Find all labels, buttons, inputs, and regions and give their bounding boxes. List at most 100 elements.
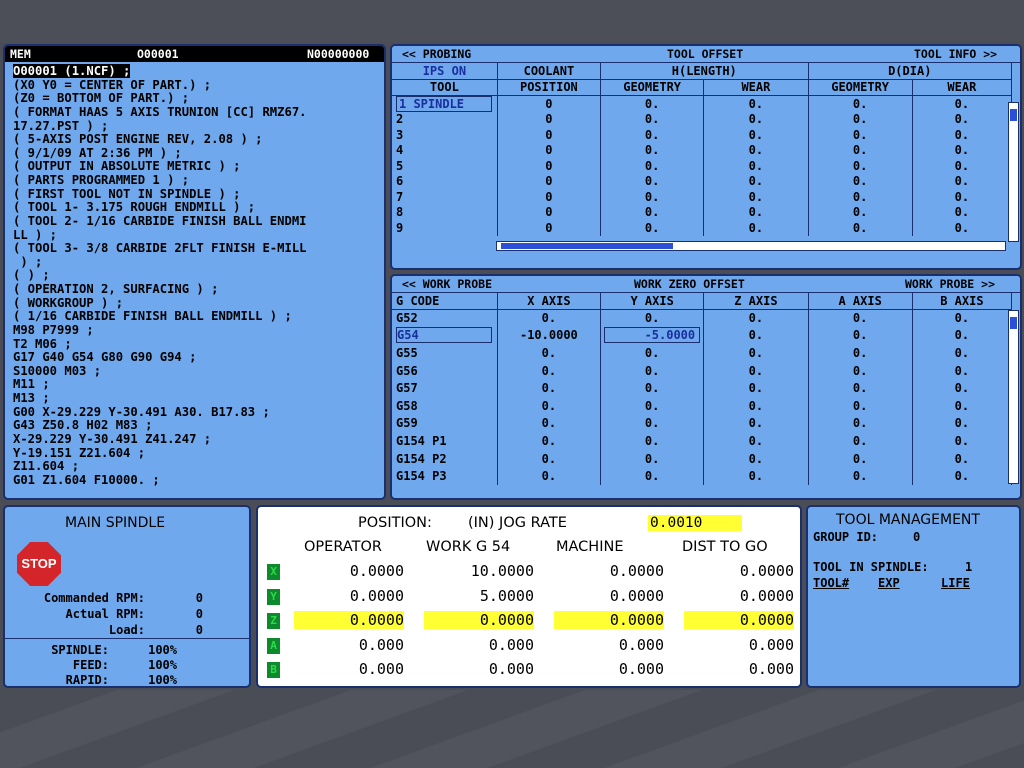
g-code-cell[interactable]: G154 P2 bbox=[392, 449, 498, 468]
g-code-cell[interactable]: G56 bbox=[392, 361, 498, 380]
tool-offset-cell[interactable]: 0. bbox=[808, 127, 913, 143]
program-line[interactable]: ( PARTS PROGRAMMED 1 ) ; bbox=[13, 173, 384, 188]
work-offset-cell[interactable]: 0. bbox=[703, 467, 809, 485]
work-offset-cell[interactable]: 0. bbox=[703, 379, 809, 397]
g-code-cell[interactable]: G54 bbox=[392, 326, 498, 345]
axis-z-indicator[interactable]: Z bbox=[267, 613, 280, 629]
program-line[interactable]: ( OPERATION 2, SURFACING ) ; bbox=[13, 282, 384, 297]
work-offset-cell[interactable]: 0. bbox=[912, 344, 1013, 362]
tool-offset-cell[interactable]: 0. bbox=[703, 111, 809, 127]
program-line[interactable]: ( FIRST TOOL NOT IN SPINDLE ) ; bbox=[13, 187, 384, 202]
work-offset-cell[interactable]: 0. bbox=[600, 432, 705, 450]
tool-number-cell[interactable]: 3 bbox=[392, 127, 498, 143]
tool-offset-cell[interactable]: 0. bbox=[600, 220, 705, 236]
tool-offset-row[interactable]: 2 0 0. 0. 0. 0. bbox=[392, 111, 1013, 127]
work-offset-cell[interactable]: 0. bbox=[703, 396, 809, 415]
program-line[interactable]: ( FORMAT HAAS 5 AXIS TRUNION [CC] RMZ67. bbox=[13, 105, 384, 120]
g-code-cell[interactable]: G57 bbox=[392, 379, 498, 397]
work-offset-cell[interactable]: 0. bbox=[808, 414, 913, 433]
work-offset-cell[interactable]: 0. bbox=[912, 361, 1013, 380]
work-offset-cell[interactable]: 0. bbox=[497, 414, 602, 433]
tool-offset-cell[interactable]: 0. bbox=[912, 173, 1013, 189]
g-code-cell[interactable]: G59 bbox=[392, 414, 498, 433]
program-line[interactable]: ( TOOL 1- 3.175 ROUGH ENDMILL ) ; bbox=[13, 201, 384, 215]
tool-offset-vscrollbar[interactable] bbox=[1008, 102, 1019, 242]
program-line[interactable]: ) ; bbox=[13, 255, 384, 270]
work-offset-cell[interactable]: -5.0000 bbox=[600, 326, 705, 345]
stop-button[interactable]: STOP bbox=[17, 542, 61, 586]
tool-offset-row[interactable]: 8 0 0. 0. 0. 0. bbox=[392, 204, 1013, 220]
tool-offset-cell[interactable]: 0 bbox=[497, 111, 602, 127]
tool-offset-cell[interactable]: 0. bbox=[912, 95, 1013, 112]
work-offset-cell[interactable]: 0. bbox=[912, 449, 1013, 468]
tool-number-cell[interactable]: 4 bbox=[392, 142, 498, 158]
tool-offset-cell[interactable]: 0. bbox=[703, 142, 809, 158]
work-offset-cell[interactable]: 0. bbox=[497, 379, 602, 397]
tool-offset-cell[interactable]: 0. bbox=[600, 142, 705, 158]
tool-offset-cell[interactable]: 0. bbox=[808, 189, 913, 205]
program-line[interactable]: 17.27.PST ) ; bbox=[13, 119, 384, 134]
work-offset-cell[interactable]: 0. bbox=[600, 361, 705, 380]
tool-offset-cell[interactable]: 0. bbox=[703, 204, 809, 220]
work-offset-cell[interactable]: 0. bbox=[600, 379, 705, 397]
tool-offset-cell[interactable]: 0 bbox=[497, 189, 602, 205]
work-zero-offset-pane[interactable]: << WORK PROBE WORK ZERO OFFSET WORK PROB… bbox=[390, 274, 1022, 500]
work-offset-cell[interactable]: 0. bbox=[808, 379, 913, 397]
program-line[interactable]: ( 9/1/09 AT 2:36 PM ) ; bbox=[13, 146, 384, 161]
work-offset-cell[interactable]: 0. bbox=[912, 309, 1013, 327]
work-offset-cell[interactable]: 0. bbox=[912, 467, 1013, 485]
work-offset-cell[interactable]: 0. bbox=[808, 449, 913, 468]
program-line[interactable]: M98 P7999 ; bbox=[13, 323, 384, 338]
tool-offset-row[interactable]: 4 0 0. 0. 0. 0. bbox=[392, 142, 1013, 158]
work-offset-cell[interactable]: 0. bbox=[497, 467, 602, 485]
work-offset-cell[interactable]: 0. bbox=[703, 309, 809, 327]
work-offset-cell[interactable]: 0. bbox=[497, 432, 602, 450]
program-line[interactable]: X-29.229 Y-30.491 Z41.247 ; bbox=[13, 432, 384, 447]
tool-offset-cell[interactable]: 0. bbox=[703, 127, 809, 143]
tool-number-cell[interactable]: 9 bbox=[392, 220, 498, 236]
tool-offset-cell[interactable]: 0. bbox=[600, 173, 705, 189]
work-offset-cell[interactable]: 0. bbox=[808, 326, 913, 345]
work-offset-cell[interactable]: 0. bbox=[808, 309, 913, 327]
work-offset-row[interactable]: G56 0. 0. 0. 0. 0. bbox=[392, 361, 1013, 380]
tool-offset-row[interactable]: 7 0 0. 0. 0. 0. bbox=[392, 189, 1013, 205]
work-offset-vscrollbar[interactable] bbox=[1008, 310, 1019, 484]
work-probe-left-link[interactable]: << WORK PROBE bbox=[402, 276, 492, 292]
program-line[interactable]: M11 ; bbox=[13, 378, 384, 392]
program-line[interactable]: Z11.604 ; bbox=[13, 459, 384, 474]
tool-number-cell[interactable]: 7 bbox=[392, 189, 498, 205]
work-offset-cell[interactable]: 0. bbox=[600, 396, 705, 415]
g-code-cell[interactable]: G52 bbox=[392, 309, 498, 327]
tool-offset-cell[interactable]: 0. bbox=[912, 111, 1013, 127]
tool-offset-cell[interactable]: 0 bbox=[497, 220, 602, 236]
work-offset-cell[interactable]: 0. bbox=[703, 432, 809, 450]
work-offset-cell[interactable]: 0. bbox=[912, 396, 1013, 415]
tool-number-cell[interactable]: 5 bbox=[392, 158, 498, 174]
ips-on-toggle[interactable]: IPS ON bbox=[392, 63, 498, 80]
work-offset-cell[interactable]: 0. bbox=[808, 467, 913, 485]
tool-offset-cell[interactable]: 0. bbox=[703, 173, 809, 189]
work-offset-cell[interactable]: 0. bbox=[912, 326, 1013, 345]
g-code-cell[interactable]: G154 P1 bbox=[392, 432, 498, 450]
program-line[interactable]: G01 Z1.604 F10000. ; bbox=[13, 473, 384, 488]
tool-offset-cell[interactable]: 0. bbox=[600, 204, 705, 220]
tool-offset-row[interactable]: 9 0 0. 0. 0. 0. bbox=[392, 220, 1013, 236]
tool-info-link[interactable]: TOOL INFO >> bbox=[914, 46, 997, 62]
tool-offset-cell[interactable]: 0. bbox=[600, 127, 705, 143]
tool-offset-row[interactable]: 6 0 0. 0. 0. 0. bbox=[392, 173, 1013, 189]
program-listing[interactable]: O00001 (1.NCF) ; (X0 Y0 = CENTER OF PART.… bbox=[5, 62, 384, 487]
work-offset-cell[interactable]: 0. bbox=[497, 449, 602, 468]
tool-offset-cell[interactable]: 0. bbox=[703, 158, 809, 174]
tool-offset-cell[interactable]: 0. bbox=[912, 189, 1013, 205]
work-probe-right-link[interactable]: WORK PROBE >> bbox=[905, 276, 995, 292]
work-offset-row[interactable]: G54 -10.0000 -5.0000 0. 0. 0. bbox=[392, 326, 1013, 345]
tool-offset-cell[interactable]: 0. bbox=[808, 220, 913, 236]
tool-offset-cell[interactable]: 0. bbox=[703, 189, 809, 205]
work-offset-cell[interactable]: 0. bbox=[703, 361, 809, 380]
tool-offset-hscrollbar[interactable] bbox=[496, 241, 1006, 251]
program-line[interactable]: LL ) ; bbox=[13, 228, 384, 243]
work-offset-cell[interactable]: 0. bbox=[912, 379, 1013, 397]
work-offset-cell[interactable]: 0. bbox=[600, 414, 705, 433]
tool-offset-cell[interactable]: 0. bbox=[912, 127, 1013, 143]
tool-offset-cell[interactable]: 0. bbox=[600, 189, 705, 205]
